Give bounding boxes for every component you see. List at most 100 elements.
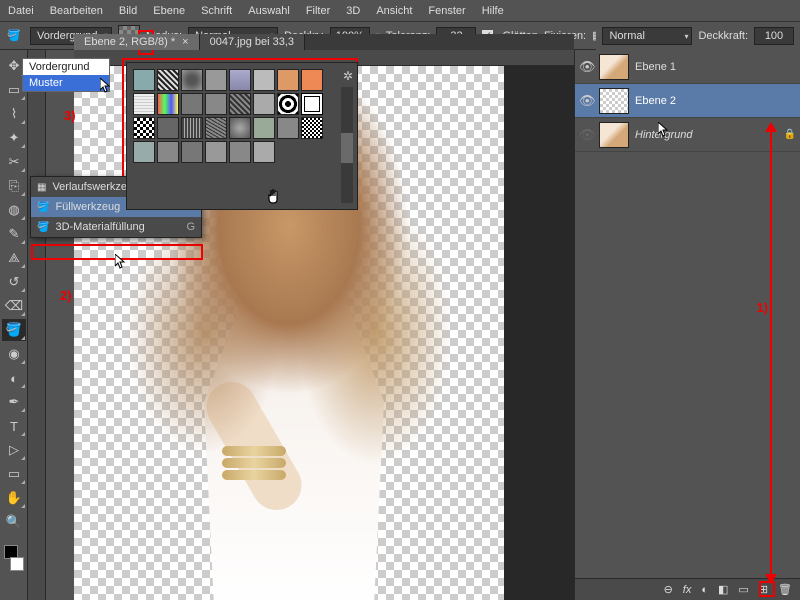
menu-hilfe[interactable]: Hilfe (482, 5, 504, 17)
bucket-tool[interactable]: 🪣 (2, 319, 26, 341)
pattern-swatch-item[interactable] (205, 117, 227, 139)
pattern-swatch-item[interactable] (229, 93, 251, 115)
close-icon[interactable]: × (182, 36, 188, 48)
layer-name[interactable]: Ebene 2 (635, 95, 676, 107)
zoom-tool[interactable]: 🔍 (2, 511, 26, 533)
menu-auswahl[interactable]: Auswahl (248, 5, 290, 17)
pen-tool[interactable]: ✒ (2, 391, 26, 413)
menu-3d[interactable]: 3D (346, 5, 360, 17)
fill-source-pattern[interactable]: Muster (23, 75, 109, 91)
pattern-swatch-item[interactable] (229, 69, 251, 91)
pattern-swatch-item[interactable] (253, 141, 275, 163)
fill-source-foreground[interactable]: Vordergrund (23, 59, 109, 75)
group-icon[interactable]: ▭ (738, 583, 748, 596)
layer-thumbnail[interactable] (599, 88, 629, 114)
pattern-swatch-item[interactable] (181, 117, 203, 139)
pattern-swatch-item[interactable] (229, 117, 251, 139)
wand-tool[interactable]: ✦ (2, 127, 26, 149)
crop-tool[interactable]: ✂ (2, 151, 26, 173)
pattern-swatch-item[interactable] (157, 141, 179, 163)
pattern-swatch-item[interactable] (253, 117, 275, 139)
pattern-swatch-item[interactable] (181, 69, 203, 91)
doc-tab-1[interactable]: Ebene 2, RGB/8) * × (74, 34, 200, 50)
eraser-tool[interactable]: ⌫ (2, 295, 26, 317)
brush-tool[interactable]: ✎ (2, 223, 26, 245)
pattern-swatch-item[interactable] (157, 69, 179, 91)
pattern-swatch-item[interactable] (205, 69, 227, 91)
blur-tool[interactable]: ◉ (2, 343, 26, 365)
annotation-arrowhead (765, 122, 777, 132)
pattern-swatch-item[interactable] (133, 117, 155, 139)
menu-filter[interactable]: Filter (306, 5, 330, 17)
3d-material-item[interactable]: 🪣 3D-MaterialfüllungG (31, 217, 201, 237)
shape-tool[interactable]: ▭ (2, 463, 26, 485)
tools-panel: ✥ ▭ ⌇ ✦ ✂ ⎘ ◍ ✎ ⟁ ↺ ⌫ 🪣 ◉ ◐ ✒ T ▷ ▭ ✋ 🔍 (0, 50, 28, 600)
menu-bearbeiten[interactable]: Bearbeiten (50, 5, 103, 17)
fx-icon[interactable]: fx (683, 584, 692, 596)
layer-row[interactable]: 👁 Ebene 2 (575, 84, 800, 118)
main-menubar: Datei Bearbeiten Bild Ebene Schrift Ausw… (0, 0, 800, 22)
menu-schrift[interactable]: Schrift (201, 5, 232, 17)
visibility-icon[interactable]: 👁 (579, 127, 593, 143)
layer-blend-mode[interactable]: Normal (602, 27, 692, 45)
doc-tab-2[interactable]: 0047.jpg bei 33,3 (200, 34, 305, 50)
layer-name[interactable]: Ebene 1 (635, 61, 676, 73)
pattern-picker: ✲ (126, 62, 358, 210)
link-layers-icon[interactable]: ⊖ (664, 583, 673, 596)
pattern-swatch-item[interactable] (181, 93, 203, 115)
pattern-swatch-item[interactable] (205, 141, 227, 163)
visibility-icon[interactable]: 👁 (579, 93, 593, 109)
pattern-swatch-item[interactable] (133, 93, 155, 115)
lasso-tool[interactable]: ⌇ (2, 103, 26, 125)
pattern-swatch-item[interactable] (157, 93, 179, 115)
pattern-swatch-item[interactable] (253, 69, 275, 91)
fill-source-list: Vordergrund Muster (22, 58, 110, 92)
fg-bg-swatch[interactable] (2, 543, 26, 573)
layer-opacity-label: Deckkraft: (698, 30, 748, 42)
pattern-swatch-item[interactable] (301, 69, 323, 91)
layer-row[interactable]: 👁 Ebene 1 (575, 50, 800, 84)
pattern-swatch-item[interactable] (133, 69, 155, 91)
path-tool[interactable]: ▷ (2, 439, 26, 461)
pattern-swatch-item[interactable] (253, 93, 275, 115)
mask-icon[interactable]: ◐ (701, 584, 708, 596)
pattern-swatch-item[interactable] (277, 69, 299, 91)
dodge-tool[interactable]: ◐ (2, 367, 26, 389)
menu-datei[interactable]: Datei (8, 5, 34, 17)
pattern-swatch-item[interactable] (181, 141, 203, 163)
lock-icon: 🔒 (784, 129, 796, 140)
eyedropper-tool[interactable]: ⎘ (2, 175, 26, 197)
layer-thumbnail[interactable] (599, 54, 629, 80)
layer-opacity-value[interactable]: 100 (754, 27, 794, 45)
new-layer-icon[interactable]: ⊞ (759, 583, 768, 596)
heal-tool[interactable]: ◍ (2, 199, 26, 221)
menu-ansicht[interactable]: Ansicht (376, 5, 412, 17)
pattern-swatch-item[interactable] (229, 141, 251, 163)
annotation-arrowhead (765, 574, 777, 584)
pattern-scrollbar[interactable] (341, 87, 353, 203)
layers-top-options: Normal Deckkraft: 100 (596, 22, 800, 50)
pattern-menu-icon[interactable]: ✲ (343, 69, 353, 83)
pattern-swatch-item[interactable] (301, 117, 323, 139)
pattern-swatch-item[interactable] (205, 93, 227, 115)
visibility-icon[interactable]: 👁 (579, 59, 593, 75)
trash-icon[interactable]: 🗑 (778, 583, 792, 596)
hand-tool[interactable]: ✋ (2, 487, 26, 509)
stamp-tool[interactable]: ⟁ (2, 247, 26, 269)
pattern-swatch-item[interactable] (277, 93, 299, 115)
layer-thumbnail[interactable] (599, 122, 629, 148)
menu-fenster[interactable]: Fenster (428, 5, 465, 17)
pattern-swatch-item[interactable] (301, 93, 323, 115)
pattern-swatch-item[interactable] (133, 141, 155, 163)
type-tool[interactable]: T (2, 415, 26, 437)
annotation-arrow (770, 128, 772, 580)
layers-list: 👁 Ebene 1 👁 Ebene 2 👁 Hintergrund 🔒 (575, 50, 800, 152)
history-brush-tool[interactable]: ↺ (2, 271, 26, 293)
right-panels: 👁 Ebene 1 👁 Ebene 2 👁 Hintergrund 🔒 ⊖ fx… (574, 50, 800, 600)
pattern-swatch-item[interactable] (157, 117, 179, 139)
adjustment-icon[interactable]: ◧ (718, 583, 728, 596)
pattern-swatch-item[interactable] (277, 117, 299, 139)
menu-ebene[interactable]: Ebene (153, 5, 185, 17)
menu-bild[interactable]: Bild (119, 5, 137, 17)
annotation-3: 3) (64, 108, 76, 123)
